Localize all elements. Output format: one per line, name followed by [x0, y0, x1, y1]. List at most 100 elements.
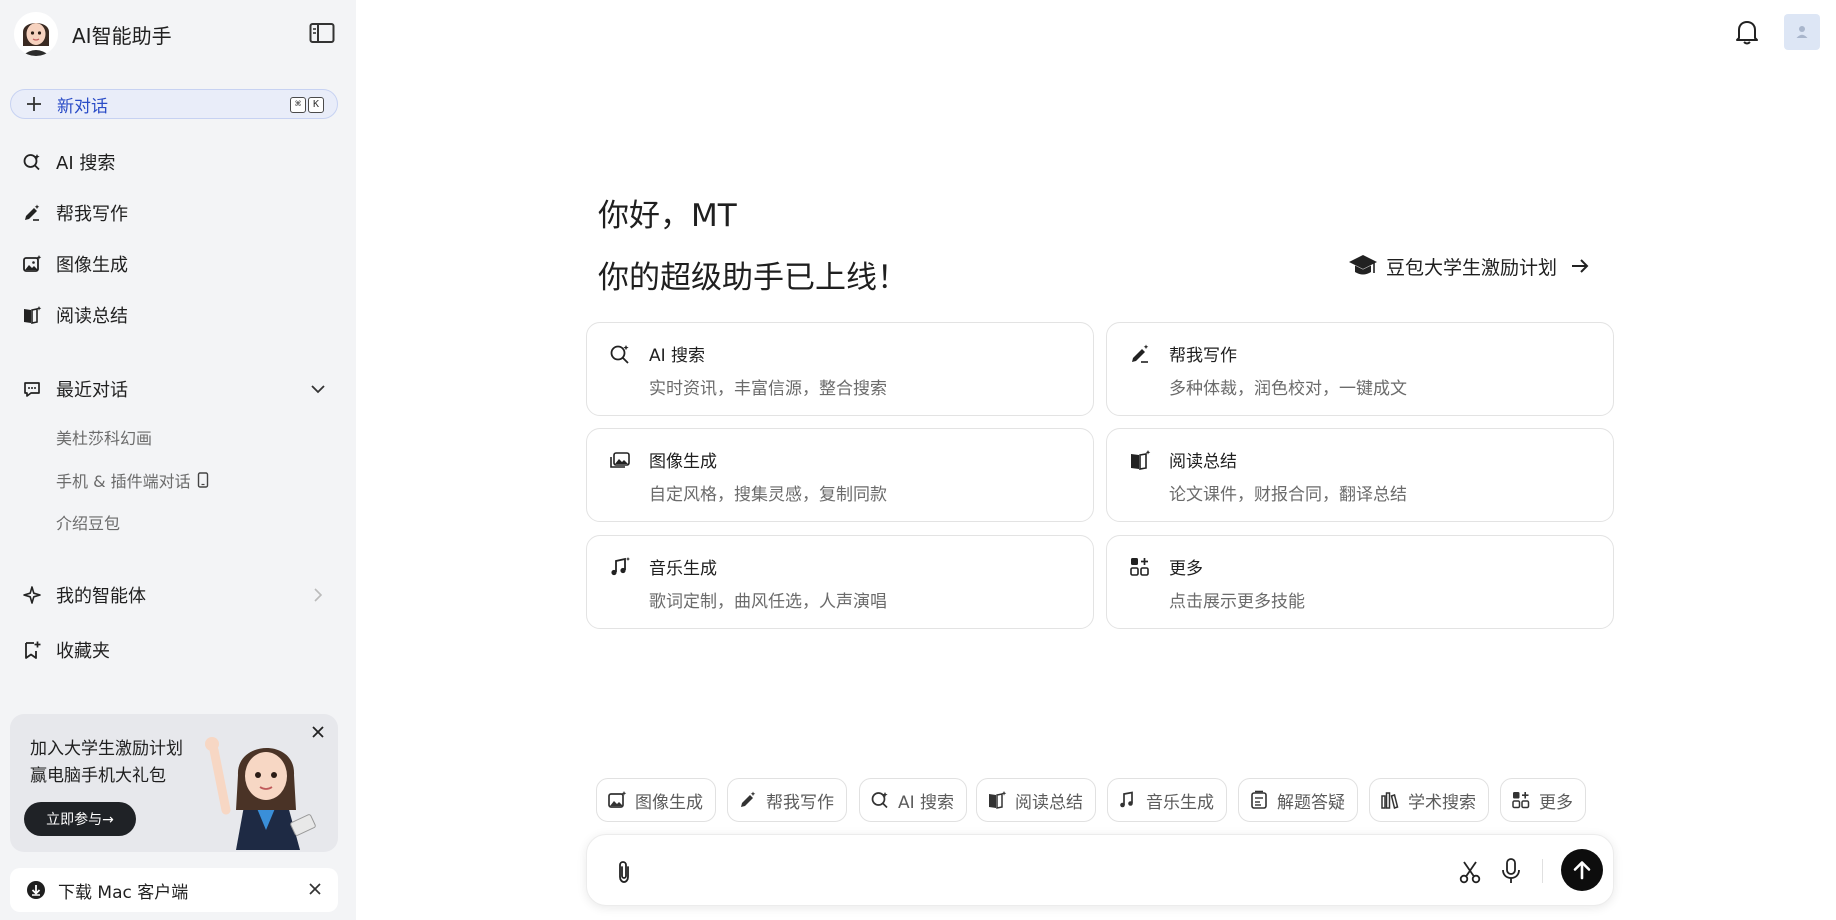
scissors-icon[interactable]	[1457, 859, 1483, 885]
shortcut-cmd-key: ⌘	[290, 97, 306, 113]
book-sparkle-icon	[989, 791, 1007, 809]
chip-writing[interactable]: 帮我写作	[727, 778, 847, 822]
app-title: AI智能助手	[72, 23, 172, 48]
feature-card-writing[interactable]: 帮我写作 多种体裁，润色校对，一键成文	[1106, 322, 1614, 416]
grid-plus-icon	[1512, 792, 1530, 809]
ai-search-icon	[23, 154, 40, 171]
promo-close-icon[interactable]	[310, 724, 326, 740]
greeting-title: 你好，MT	[598, 198, 737, 234]
arrow-up-icon	[1573, 861, 1591, 880]
favorites-label: 收藏夹	[56, 641, 110, 662]
sidebar-item-label: 阅读总结	[56, 306, 128, 327]
card-title: 帮我写作	[1169, 346, 1237, 366]
chip-label: 阅读总结	[1015, 792, 1083, 813]
pen-sparkle-icon	[741, 791, 756, 807]
chat-bubble-icon	[24, 382, 40, 397]
notification-bell-icon[interactable]	[1734, 18, 1760, 46]
user-avatar[interactable]	[1784, 14, 1820, 50]
card-description: 自定风格，搜集灵感，复制同款	[649, 485, 887, 505]
assistant-avatar	[14, 12, 58, 56]
sidebar-item-ai-search[interactable]: AI 搜索	[22, 147, 115, 177]
message-composer[interactable]	[586, 834, 1614, 906]
book-sparkle-icon	[24, 306, 42, 324]
chip-label: 音乐生成	[1146, 792, 1214, 813]
chip-reading[interactable]: 阅读总结	[976, 778, 1096, 822]
clipboard-formula-icon	[1251, 790, 1267, 809]
student-promo-banner: 加入大学生激励计划 赢电脑手机大礼包 立即参与→	[10, 714, 338, 852]
attachment-icon[interactable]	[613, 859, 635, 885]
chip-label: 更多	[1539, 792, 1573, 813]
sidebar-item-reading[interactable]: 阅读总结	[22, 300, 128, 330]
book-sparkle-icon	[1131, 450, 1151, 470]
card-description: 点击展示更多技能	[1169, 592, 1305, 612]
library-icon	[1381, 792, 1399, 809]
music-note-icon	[611, 557, 630, 576]
brand[interactable]: AI智能助手	[14, 12, 172, 56]
recent-chat-item[interactable]: 美杜莎科幻画	[56, 424, 152, 450]
card-title: AI 搜索	[649, 346, 706, 366]
download-label: 下载 Mac 客户端	[58, 882, 189, 903]
close-icon[interactable]	[308, 882, 322, 896]
image-gallery-icon	[610, 452, 630, 468]
chip-label: AI 搜索	[898, 792, 955, 813]
sidebar-item-image-gen[interactable]: 图像生成	[22, 249, 128, 279]
sidebar-item-label: 图像生成	[56, 255, 128, 276]
card-description: 歌词定制，曲风任选，人声演唱	[649, 592, 887, 612]
chip-image-gen[interactable]: 图像生成	[596, 778, 716, 822]
music-note-icon	[1120, 791, 1133, 808]
pen-sparkle-icon	[1132, 344, 1149, 363]
card-description: 实时资讯，丰富信源，整合搜索	[649, 379, 887, 399]
sidebar-item-writing[interactable]: 帮我写作	[22, 198, 128, 228]
chip-academic-search[interactable]: 学术搜索	[1369, 778, 1489, 822]
composer-divider	[1542, 859, 1543, 883]
card-title: 阅读总结	[1169, 452, 1237, 472]
feature-card-ai-search[interactable]: AI 搜索 实时资讯，丰富信源，整合搜索	[586, 322, 1094, 416]
sidebar: AI智能助手 新对话 ⌘ K AI 搜索 帮我写作 图像生成 阅读总结 最近对话…	[0, 0, 356, 920]
chip-ai-search[interactable]: AI 搜索	[859, 778, 968, 822]
chip-label: 学术搜索	[1408, 792, 1476, 813]
new-chat-button[interactable]: 新对话 ⌘ K	[10, 89, 338, 119]
download-circle-icon	[27, 881, 45, 899]
sidebar-item-label: 帮我写作	[56, 204, 128, 225]
promo-join-button[interactable]: 立即参与→	[24, 802, 136, 836]
image-sparkle-icon	[23, 255, 42, 272]
feature-card-image-gen[interactable]: 图像生成 自定风格，搜集灵感，复制同款	[586, 428, 1094, 522]
feature-card-reading[interactable]: 阅读总结 论文课件，财报合同，翻译总结	[1106, 428, 1614, 522]
chip-music-gen[interactable]: 音乐生成	[1107, 778, 1227, 822]
card-description: 论文课件，财报合同，翻译总结	[1169, 485, 1407, 505]
graduation-cap-icon	[1349, 255, 1377, 275]
microphone-icon[interactable]	[1500, 857, 1522, 885]
recent-chat-label: 手机 & 插件端对话	[56, 472, 191, 491]
card-title: 更多	[1169, 559, 1203, 579]
sidebar-item-favorites[interactable]: 收藏夹	[22, 635, 110, 665]
sidebar-item-my-agents[interactable]: 我的智能体	[22, 580, 326, 610]
promo-line-1: 加入大学生激励计划	[30, 739, 183, 759]
recent-chats-toggle[interactable]: 最近对话	[22, 374, 326, 404]
campus-program-label: 豆包大学生激励计划	[1386, 256, 1558, 279]
chevron-right-icon	[314, 588, 323, 602]
chip-more[interactable]: 更多	[1500, 778, 1586, 822]
chip-label: 解题答疑	[1277, 792, 1345, 813]
phone-icon	[197, 472, 208, 488]
recent-chat-item[interactable]: 介绍豆包	[56, 509, 120, 535]
grid-plus-icon	[1130, 558, 1149, 576]
image-sparkle-icon	[608, 791, 627, 808]
card-title: 图像生成	[649, 452, 717, 472]
my-agents-label: 我的智能体	[56, 586, 146, 607]
chip-problem-solving[interactable]: 解题答疑	[1238, 778, 1358, 822]
bookmark-plus-icon	[25, 641, 41, 659]
sidebar-toggle-icon[interactable]	[309, 22, 335, 44]
promo-line-2: 赢电脑手机大礼包	[30, 766, 166, 786]
recent-chat-item[interactable]: 手机 & 插件端对话	[56, 467, 209, 493]
ai-search-icon	[610, 345, 629, 364]
sidebar-item-label: AI 搜索	[56, 153, 116, 174]
download-mac-client-button[interactable]: 下载 Mac 客户端	[10, 868, 338, 912]
recent-chats-label: 最近对话	[56, 380, 128, 401]
campus-program-link[interactable]: 豆包大学生激励计划	[1348, 248, 1591, 284]
chip-label: 图像生成	[635, 792, 703, 813]
feature-card-music-gen[interactable]: 音乐生成 歌词定制，曲风任选，人声演唱	[586, 535, 1094, 629]
ai-search-icon	[871, 792, 888, 809]
send-button[interactable]	[1561, 849, 1603, 891]
feature-card-more[interactable]: 更多 点击展示更多技能	[1106, 535, 1614, 629]
new-chat-label: 新对话	[57, 96, 108, 117]
